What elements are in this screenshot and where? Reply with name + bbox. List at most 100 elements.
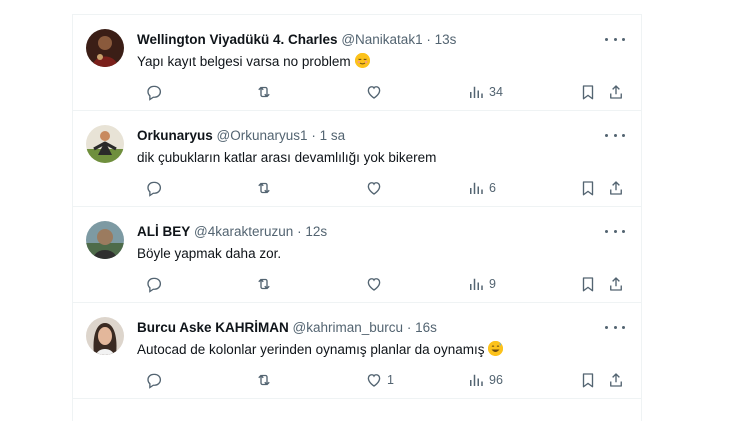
bookmark-button[interactable] xyxy=(579,82,597,102)
like-button[interactable]: 1 xyxy=(365,370,394,390)
share-icon xyxy=(610,181,622,195)
display-name[interactable]: Wellington Viyadükü 4. Charles xyxy=(137,32,338,47)
views-icon xyxy=(470,374,483,386)
action-bar: 6 xyxy=(137,178,627,198)
like-icon xyxy=(367,86,381,99)
tweet-text: dik çubukların katlar arası devamlılığı … xyxy=(137,149,436,167)
views-button[interactable]: 96 xyxy=(467,370,503,390)
share-button[interactable] xyxy=(607,370,625,390)
reply-button[interactable] xyxy=(145,178,163,198)
separator: · xyxy=(297,224,302,239)
view-count: 9 xyxy=(489,277,496,291)
bookmark-icon xyxy=(582,373,594,388)
views-button[interactable]: 9 xyxy=(467,274,496,294)
tweet-text: Böyle yapmak daha zor. xyxy=(137,245,281,263)
share-button[interactable] xyxy=(607,274,625,294)
tweet-text-content: dik çubukların katlar arası devamlılığı … xyxy=(137,150,437,165)
bookmark-icon xyxy=(582,277,594,292)
tweet-text-content: Böyle yapmak daha zor. xyxy=(137,246,282,261)
more-icon[interactable] xyxy=(605,225,625,237)
separator: · xyxy=(406,320,412,335)
more-icon[interactable] xyxy=(605,33,625,45)
avatar[interactable] xyxy=(86,221,124,259)
views-icon xyxy=(470,182,483,194)
views-button[interactable]: 34 xyxy=(467,82,503,102)
avatar[interactable] xyxy=(86,29,124,67)
timestamp[interactable]: 16s xyxy=(415,320,437,335)
views-icon xyxy=(470,278,483,290)
tweet-header: Burcu Aske KAHRİMAN @kahriman_burcu · 16… xyxy=(137,319,437,337)
retweet-button[interactable] xyxy=(255,82,273,102)
relieved-face-emoji xyxy=(354,53,370,68)
display-name[interactable]: Burcu Aske KAHRİMAN xyxy=(137,320,289,335)
retweet-icon xyxy=(258,182,270,194)
like-icon xyxy=(367,182,381,195)
tweet-header: ALİ BEY @4karakteruzun · 12s xyxy=(137,223,327,241)
handle[interactable]: @Orkunaryus1 xyxy=(217,128,308,143)
timestamp[interactable]: 12s xyxy=(305,224,327,239)
reply-icon xyxy=(147,277,162,293)
like-button[interactable] xyxy=(365,82,387,102)
view-count: 34 xyxy=(489,85,503,99)
tweet-header: Orkunaryus @Orkunaryus1 · 1 sa xyxy=(137,127,345,145)
reply-icon xyxy=(147,85,162,101)
reply-icon xyxy=(147,181,162,197)
tweet-text: Autocad de kolonlar yerinden oynamış pla… xyxy=(137,341,504,359)
timestamp[interactable]: 1 sa xyxy=(320,128,346,143)
action-bar: 34 xyxy=(137,82,627,102)
like-button[interactable] xyxy=(365,178,387,198)
view-count: 96 xyxy=(489,373,503,387)
avatar[interactable] xyxy=(86,317,124,355)
tweet[interactable]: Orkunaryus @Orkunaryus1 · 1 sa dik çubuk… xyxy=(73,111,641,207)
avatar[interactable] xyxy=(86,125,124,163)
tweet-header: Wellington Viyadükü 4. Charles @Nanikata… xyxy=(137,31,456,49)
retweet-button[interactable] xyxy=(255,178,273,198)
views-button[interactable]: 6 xyxy=(467,178,496,198)
action-bar: 1 96 xyxy=(137,370,627,390)
like-icon xyxy=(367,374,381,387)
reply-button[interactable] xyxy=(145,82,163,102)
bookmark-icon xyxy=(582,181,594,196)
reply-button[interactable] xyxy=(145,274,163,294)
share-button[interactable] xyxy=(607,82,625,102)
tweet-text: Yapı kayıt belgesi varsa no problem xyxy=(137,53,370,71)
tweet[interactable]: Wellington Viyadükü 4. Charles @Nanikata… xyxy=(73,15,641,111)
grinning-sweat-face-emoji xyxy=(488,341,504,356)
more-icon[interactable] xyxy=(605,129,625,141)
separator: · xyxy=(426,32,431,47)
share-icon xyxy=(610,277,622,291)
more-icon[interactable] xyxy=(605,321,625,333)
bookmark-button[interactable] xyxy=(579,274,597,294)
action-bar: 9 xyxy=(137,274,627,294)
tweet-text-content: Autocad de kolonlar yerinden oynamış pla… xyxy=(137,342,485,357)
share-icon xyxy=(610,373,622,387)
tweet-text-content: Yapı kayıt belgesi varsa no problem xyxy=(137,54,351,69)
like-icon xyxy=(367,278,381,291)
tweet[interactable]: ALİ BEY @4karakteruzun · 12s Böyle yapma… xyxy=(73,207,641,303)
retweet-icon xyxy=(258,374,270,386)
retweet-button[interactable] xyxy=(255,274,273,294)
retweet-icon xyxy=(258,278,270,290)
like-button[interactable] xyxy=(365,274,387,294)
bookmark-icon xyxy=(582,85,594,100)
handle[interactable]: @kahriman_burcu xyxy=(293,320,404,335)
display-name[interactable]: Orkunaryus xyxy=(137,128,213,143)
tweet[interactable]: Burcu Aske KAHRİMAN @kahriman_burcu · 16… xyxy=(73,303,641,399)
share-icon xyxy=(610,85,622,99)
view-count: 6 xyxy=(489,181,496,195)
share-button[interactable] xyxy=(607,178,625,198)
timeline: Wellington Viyadükü 4. Charles @Nanikata… xyxy=(72,14,642,421)
timestamp[interactable]: 13s xyxy=(435,32,457,47)
handle[interactable]: @4karakteruzun xyxy=(194,224,293,239)
separator: · xyxy=(311,128,316,143)
like-count: 1 xyxy=(387,373,394,387)
bookmark-button[interactable] xyxy=(579,370,597,390)
bookmark-button[interactable] xyxy=(579,178,597,198)
display-name[interactable]: ALİ BEY xyxy=(137,224,190,239)
reply-button[interactable] xyxy=(145,370,163,390)
reply-icon xyxy=(147,373,162,389)
views-icon xyxy=(470,86,483,98)
retweet-button[interactable] xyxy=(255,370,273,390)
retweet-icon xyxy=(258,86,270,98)
handle[interactable]: @Nanikatak1 xyxy=(341,32,422,47)
